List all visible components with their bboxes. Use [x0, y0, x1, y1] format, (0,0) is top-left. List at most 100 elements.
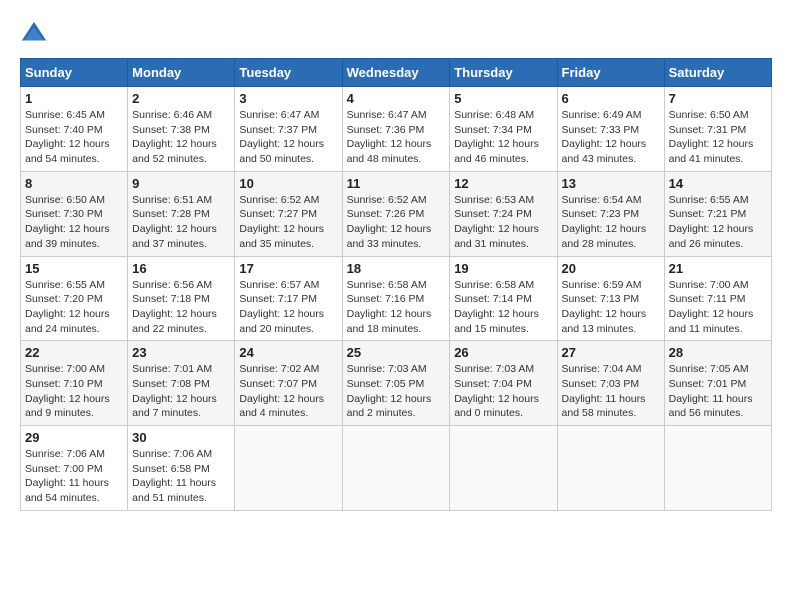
day-detail: Sunrise: 6:52 AMSunset: 7:27 PMDaylight:…	[239, 194, 324, 250]
day-number: 29	[25, 430, 123, 445]
day-number: 10	[239, 176, 337, 191]
day-number: 14	[669, 176, 767, 191]
day-detail: Sunrise: 6:55 AMSunset: 7:21 PMDaylight:…	[669, 194, 754, 250]
day-number: 20	[562, 261, 660, 276]
day-detail: Sunrise: 7:03 AMSunset: 7:05 PMDaylight:…	[347, 363, 432, 419]
calendar-header: SundayMondayTuesdayWednesdayThursdayFrid…	[21, 59, 772, 87]
weekday-header-saturday: Saturday	[664, 59, 771, 87]
day-detail: Sunrise: 6:59 AMSunset: 7:13 PMDaylight:…	[562, 279, 647, 335]
calendar-cell: 5 Sunrise: 6:48 AMSunset: 7:34 PMDayligh…	[450, 87, 557, 172]
day-detail: Sunrise: 6:45 AMSunset: 7:40 PMDaylight:…	[25, 109, 110, 165]
day-number: 21	[669, 261, 767, 276]
day-number: 9	[132, 176, 230, 191]
day-number: 13	[562, 176, 660, 191]
day-number: 18	[347, 261, 446, 276]
day-number: 25	[347, 345, 446, 360]
day-number: 12	[454, 176, 552, 191]
day-number: 5	[454, 91, 552, 106]
calendar-cell: 24 Sunrise: 7:02 AMSunset: 7:07 PMDaylig…	[235, 341, 342, 426]
calendar-cell: 16 Sunrise: 6:56 AMSunset: 7:18 PMDaylig…	[128, 256, 235, 341]
calendar-cell: 8 Sunrise: 6:50 AMSunset: 7:30 PMDayligh…	[21, 171, 128, 256]
calendar-cell	[235, 426, 342, 511]
calendar-cell	[557, 426, 664, 511]
day-detail: Sunrise: 7:03 AMSunset: 7:04 PMDaylight:…	[454, 363, 539, 419]
calendar-cell: 12 Sunrise: 6:53 AMSunset: 7:24 PMDaylig…	[450, 171, 557, 256]
calendar-week-4: 22 Sunrise: 7:00 AMSunset: 7:10 PMDaylig…	[21, 341, 772, 426]
calendar-cell: 30 Sunrise: 7:06 AMSunset: 6:58 PMDaylig…	[128, 426, 235, 511]
day-number: 16	[132, 261, 230, 276]
day-number: 27	[562, 345, 660, 360]
weekday-header-tuesday: Tuesday	[235, 59, 342, 87]
day-number: 4	[347, 91, 446, 106]
calendar-body: 1 Sunrise: 6:45 AMSunset: 7:40 PMDayligh…	[21, 87, 772, 511]
day-detail: Sunrise: 6:52 AMSunset: 7:26 PMDaylight:…	[347, 194, 432, 250]
day-detail: Sunrise: 6:58 AMSunset: 7:14 PMDaylight:…	[454, 279, 539, 335]
day-detail: Sunrise: 6:47 AMSunset: 7:37 PMDaylight:…	[239, 109, 324, 165]
calendar-cell: 4 Sunrise: 6:47 AMSunset: 7:36 PMDayligh…	[342, 87, 450, 172]
calendar-cell: 2 Sunrise: 6:46 AMSunset: 7:38 PMDayligh…	[128, 87, 235, 172]
day-number: 24	[239, 345, 337, 360]
day-detail: Sunrise: 7:01 AMSunset: 7:08 PMDaylight:…	[132, 363, 217, 419]
day-detail: Sunrise: 6:50 AMSunset: 7:30 PMDaylight:…	[25, 194, 110, 250]
day-number: 30	[132, 430, 230, 445]
day-number: 1	[25, 91, 123, 106]
calendar-cell: 9 Sunrise: 6:51 AMSunset: 7:28 PMDayligh…	[128, 171, 235, 256]
day-detail: Sunrise: 7:00 AMSunset: 7:10 PMDaylight:…	[25, 363, 110, 419]
day-detail: Sunrise: 6:51 AMSunset: 7:28 PMDaylight:…	[132, 194, 217, 250]
calendar-cell: 26 Sunrise: 7:03 AMSunset: 7:04 PMDaylig…	[450, 341, 557, 426]
calendar-cell: 10 Sunrise: 6:52 AMSunset: 7:27 PMDaylig…	[235, 171, 342, 256]
day-number: 23	[132, 345, 230, 360]
calendar-cell: 22 Sunrise: 7:00 AMSunset: 7:10 PMDaylig…	[21, 341, 128, 426]
day-detail: Sunrise: 6:50 AMSunset: 7:31 PMDaylight:…	[669, 109, 754, 165]
calendar-cell: 1 Sunrise: 6:45 AMSunset: 7:40 PMDayligh…	[21, 87, 128, 172]
day-number: 11	[347, 176, 446, 191]
day-number: 7	[669, 91, 767, 106]
day-number: 8	[25, 176, 123, 191]
calendar-week-5: 29 Sunrise: 7:06 AMSunset: 7:00 PMDaylig…	[21, 426, 772, 511]
calendar-cell: 21 Sunrise: 7:00 AMSunset: 7:11 PMDaylig…	[664, 256, 771, 341]
calendar-cell: 23 Sunrise: 7:01 AMSunset: 7:08 PMDaylig…	[128, 341, 235, 426]
calendar-cell: 6 Sunrise: 6:49 AMSunset: 7:33 PMDayligh…	[557, 87, 664, 172]
day-detail: Sunrise: 7:06 AMSunset: 7:00 PMDaylight:…	[25, 448, 109, 504]
day-number: 15	[25, 261, 123, 276]
day-detail: Sunrise: 7:04 AMSunset: 7:03 PMDaylight:…	[562, 363, 646, 419]
day-number: 22	[25, 345, 123, 360]
calendar-cell: 29 Sunrise: 7:06 AMSunset: 7:00 PMDaylig…	[21, 426, 128, 511]
calendar-week-3: 15 Sunrise: 6:55 AMSunset: 7:20 PMDaylig…	[21, 256, 772, 341]
weekday-header-row: SundayMondayTuesdayWednesdayThursdayFrid…	[21, 59, 772, 87]
day-detail: Sunrise: 6:56 AMSunset: 7:18 PMDaylight:…	[132, 279, 217, 335]
day-number: 2	[132, 91, 230, 106]
logo-icon	[20, 20, 48, 48]
calendar-cell: 13 Sunrise: 6:54 AMSunset: 7:23 PMDaylig…	[557, 171, 664, 256]
calendar-cell	[342, 426, 450, 511]
day-number: 26	[454, 345, 552, 360]
calendar-cell	[664, 426, 771, 511]
day-detail: Sunrise: 6:46 AMSunset: 7:38 PMDaylight:…	[132, 109, 217, 165]
day-number: 17	[239, 261, 337, 276]
day-detail: Sunrise: 6:57 AMSunset: 7:17 PMDaylight:…	[239, 279, 324, 335]
day-detail: Sunrise: 6:49 AMSunset: 7:33 PMDaylight:…	[562, 109, 647, 165]
calendar-cell: 18 Sunrise: 6:58 AMSunset: 7:16 PMDaylig…	[342, 256, 450, 341]
calendar-cell: 20 Sunrise: 6:59 AMSunset: 7:13 PMDaylig…	[557, 256, 664, 341]
calendar-cell: 19 Sunrise: 6:58 AMSunset: 7:14 PMDaylig…	[450, 256, 557, 341]
weekday-header-wednesday: Wednesday	[342, 59, 450, 87]
day-detail: Sunrise: 7:06 AMSunset: 6:58 PMDaylight:…	[132, 448, 216, 504]
calendar-cell: 15 Sunrise: 6:55 AMSunset: 7:20 PMDaylig…	[21, 256, 128, 341]
calendar-cell	[450, 426, 557, 511]
weekday-header-friday: Friday	[557, 59, 664, 87]
calendar-table: SundayMondayTuesdayWednesdayThursdayFrid…	[20, 58, 772, 511]
day-detail: Sunrise: 6:48 AMSunset: 7:34 PMDaylight:…	[454, 109, 539, 165]
calendar-cell: 14 Sunrise: 6:55 AMSunset: 7:21 PMDaylig…	[664, 171, 771, 256]
calendar-cell: 17 Sunrise: 6:57 AMSunset: 7:17 PMDaylig…	[235, 256, 342, 341]
day-detail: Sunrise: 6:54 AMSunset: 7:23 PMDaylight:…	[562, 194, 647, 250]
weekday-header-monday: Monday	[128, 59, 235, 87]
weekday-header-thursday: Thursday	[450, 59, 557, 87]
calendar-cell: 28 Sunrise: 7:05 AMSunset: 7:01 PMDaylig…	[664, 341, 771, 426]
calendar-week-2: 8 Sunrise: 6:50 AMSunset: 7:30 PMDayligh…	[21, 171, 772, 256]
day-detail: Sunrise: 6:47 AMSunset: 7:36 PMDaylight:…	[347, 109, 432, 165]
day-number: 19	[454, 261, 552, 276]
calendar-cell: 3 Sunrise: 6:47 AMSunset: 7:37 PMDayligh…	[235, 87, 342, 172]
calendar-cell: 27 Sunrise: 7:04 AMSunset: 7:03 PMDaylig…	[557, 341, 664, 426]
day-detail: Sunrise: 7:00 AMSunset: 7:11 PMDaylight:…	[669, 279, 754, 335]
day-number: 3	[239, 91, 337, 106]
